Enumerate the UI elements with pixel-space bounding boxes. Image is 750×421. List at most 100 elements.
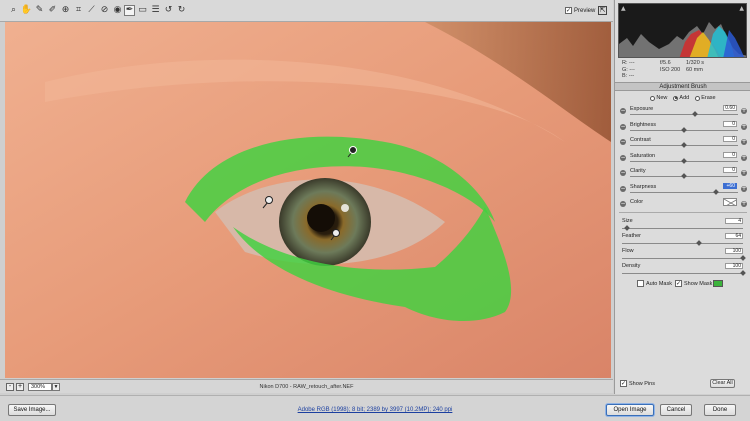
color-swatch[interactable]	[723, 198, 737, 206]
size-slider-thumb[interactable]	[623, 225, 630, 231]
crop-icon[interactable]: ⌗	[73, 5, 84, 16]
show-mask-toggle[interactable]: ✓ Show Mask	[675, 280, 712, 287]
straighten-icon[interactable]: ⟋	[86, 5, 97, 16]
aperture: f/5.6	[660, 60, 671, 66]
show-pins-checkbox[interactable]: ✓	[620, 380, 627, 387]
exposure-value-input[interactable]: 0.60	[723, 105, 737, 111]
done-button[interactable]: Done	[704, 404, 736, 416]
saturation-value-input[interactable]: 0	[723, 151, 737, 158]
clarity-label: Clarity	[630, 168, 646, 174]
sharpness-decrease-icon[interactable]: −	[620, 185, 626, 192]
feather-label: Feather	[622, 233, 641, 239]
brightness-row: − Brightness 0 +	[615, 120, 750, 136]
density-slider-track[interactable]	[622, 273, 743, 274]
saturation-decrease-icon[interactable]: −	[620, 154, 626, 161]
auto-mask-checkbox[interactable]	[637, 280, 644, 287]
contrast-decrease-icon[interactable]: −	[620, 139, 626, 145]
feather-slider-track[interactable]	[622, 243, 743, 244]
targeted-adjustment-icon[interactable]: ⊕	[60, 5, 71, 16]
saturation-row: − Saturation 0 +	[615, 151, 750, 167]
open-image-button[interactable]: Open Image	[606, 404, 654, 416]
graduated-filter-icon[interactable]: ▭	[137, 5, 148, 16]
brightness-decrease-icon[interactable]: −	[620, 123, 626, 130]
flow-row: Flow 100	[615, 248, 750, 263]
contrast-increase-icon[interactable]: +	[741, 139, 747, 145]
feather-value-input[interactable]: 64	[725, 233, 743, 239]
show-pins-toggle[interactable]: ✓ Show Pins	[620, 380, 655, 387]
preview-checkbox[interactable]: ✓	[565, 7, 572, 14]
highlight-clipping-icon[interactable]: ▲	[739, 5, 744, 12]
clarity-slider-thumb[interactable]	[681, 173, 687, 179]
mask-color-swatch[interactable]	[713, 280, 723, 287]
sharpness-slider-thumb[interactable]	[713, 188, 720, 195]
flow-slider-track[interactable]	[622, 258, 743, 259]
contrast-label: Contrast	[630, 137, 651, 143]
show-mask-checkbox[interactable]: ✓	[675, 280, 682, 287]
brightness-slider-thumb[interactable]	[681, 126, 687, 133]
white-balance-icon[interactable]: ✎	[34, 5, 45, 16]
image-canvas[interactable]	[5, 22, 611, 378]
panel-title: Adjustment Brush	[615, 82, 750, 91]
hand-icon[interactable]: ✋	[21, 5, 32, 16]
clarity-value-input[interactable]: 0	[723, 167, 737, 173]
exposure-slider-track[interactable]	[630, 114, 738, 115]
mode-add-radio[interactable]: Add	[673, 94, 689, 102]
status-bar: - + 300% ▼ Nikon D700 - RAW_retouch_afte…	[0, 379, 613, 393]
sharpness-value-input[interactable]: +60	[723, 182, 737, 189]
saturation-increase-icon[interactable]: +	[741, 154, 747, 161]
contrast-row: − Contrast 0 +	[615, 136, 750, 151]
mode-erase-radio[interactable]: Erase	[695, 94, 716, 102]
exposure-increase-icon[interactable]: +	[741, 108, 747, 114]
flow-slider-thumb[interactable]	[740, 255, 746, 261]
clarity-increase-icon[interactable]: +	[741, 170, 747, 176]
sharpness-row: − Sharpness +60 +	[615, 182, 750, 198]
histogram: ▲ ▲	[618, 3, 747, 58]
spot-removal-icon[interactable]: ⊘	[99, 5, 110, 16]
clarity-row: − Clarity 0 +	[615, 167, 750, 182]
toolbar: ⌕ ✋ ✎ ✐ ⊕ ⌗ ⟋ ⊘ ◉ ✒ ▭ ☰ ↺ ↻ ✓ Preview ⇱	[0, 0, 613, 22]
red-eye-icon[interactable]: ◉	[112, 5, 123, 16]
exif-info: f/5.6 1/320 s ISO 200 60 mm	[660, 60, 704, 74]
auto-mask-toggle[interactable]: Auto Mask	[637, 280, 672, 287]
saturation-label: Saturation	[630, 152, 656, 159]
adjustment-brush-icon[interactable]: ✒	[124, 5, 135, 16]
density-value-input[interactable]: 100	[725, 263, 743, 269]
color-increase-icon[interactable]: +	[741, 201, 747, 207]
color-decrease-icon[interactable]: −	[620, 201, 626, 207]
size-value-input[interactable]: 4	[725, 218, 743, 224]
exposure-decrease-icon[interactable]: −	[620, 108, 626, 114]
clarity-decrease-icon[interactable]: −	[620, 170, 626, 176]
preview-label: Preview	[574, 7, 596, 14]
density-slider-thumb[interactable]	[740, 270, 746, 276]
saturation-slider-thumb[interactable]	[681, 157, 687, 164]
flow-value-input[interactable]: 100	[725, 248, 743, 254]
brightness-increase-icon[interactable]: +	[741, 123, 747, 130]
rotate-ccw-icon[interactable]: ↺	[163, 5, 174, 16]
feather-slider-thumb[interactable]	[696, 240, 703, 246]
color-sampler-icon[interactable]: ✐	[47, 5, 58, 16]
size-slider-track[interactable]	[622, 228, 743, 229]
preferences-icon[interactable]: ☰	[150, 5, 161, 16]
brightness-value-input[interactable]: 0	[723, 120, 737, 127]
mode-add-label: Add	[679, 95, 690, 101]
fullscreen-icon[interactable]: ⇱	[598, 6, 607, 15]
contrast-value-input[interactable]: 0	[723, 136, 737, 142]
density-label: Density	[622, 263, 641, 269]
feather-row: Feather 64	[615, 233, 750, 248]
cancel-button[interactable]: Cancel	[660, 404, 692, 416]
preview-toggle[interactable]: ✓ Preview	[565, 7, 595, 14]
mask-options: Auto Mask ✓ Show Mask	[615, 279, 750, 289]
sharpness-increase-icon[interactable]: +	[741, 185, 747, 192]
clear-all-button[interactable]: Clear All	[710, 379, 735, 388]
rotate-cw-icon[interactable]: ↻	[176, 5, 187, 16]
b-value: ---	[628, 73, 635, 79]
mode-new-radio[interactable]: New	[650, 94, 667, 102]
zoom-icon[interactable]: ⌕	[8, 5, 19, 16]
exposure-slider-thumb[interactable]	[691, 111, 698, 117]
contrast-slider-thumb[interactable]	[681, 142, 687, 148]
shadow-clipping-icon[interactable]: ▲	[621, 5, 626, 12]
histogram-graph	[619, 22, 746, 57]
no-color-icon	[724, 199, 736, 205]
brush-mode-group: New Add Erase	[615, 94, 750, 102]
sharpness-slider-track[interactable]	[630, 191, 738, 193]
